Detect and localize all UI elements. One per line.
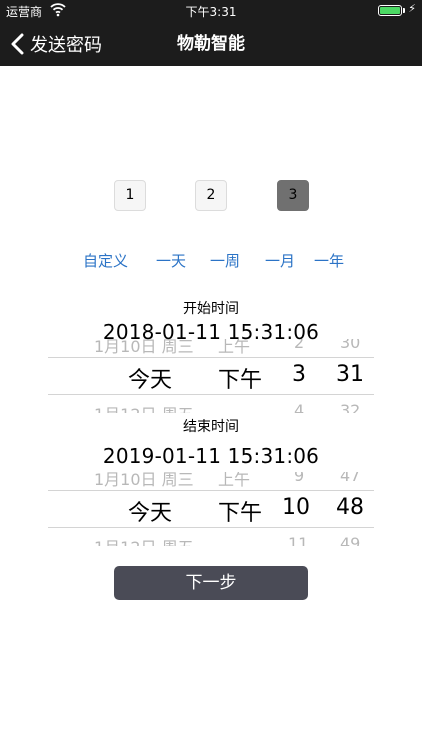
picker-hour: 2 (294, 339, 305, 352)
end-datetime: 2019-01-11 15:31:06 (102, 444, 320, 468)
picker-hour: 9 (294, 472, 305, 485)
picker-period: 上午 (218, 339, 251, 356)
picker-day: 今天 (128, 501, 173, 526)
picker-period: 下午 (218, 368, 263, 393)
end-time-label: 结束时间 (183, 419, 239, 435)
step-1[interactable]: 1 (114, 180, 146, 211)
start-time-label: 开始时间 (183, 301, 239, 317)
back-button[interactable]: 发送密码 (10, 22, 102, 66)
picker-row-above: 1月10日 周三 上午 9 47 (48, 472, 374, 489)
picker-row-below: 1月12日 周五 11 49 (48, 534, 374, 546)
chevron-left-icon (11, 33, 24, 55)
picker-row-below: 1月12日 周五 4 32 (48, 401, 374, 413)
range-month[interactable]: 一月 (265, 250, 295, 271)
picker-period: 下午 (218, 501, 263, 526)
status-time: 下午3:31 (185, 5, 237, 19)
picker-minute: 47 (340, 472, 361, 485)
next-step-button[interactable]: 下一步 (114, 566, 308, 600)
battery-cap (403, 8, 405, 13)
step-indicator: 1 2 3 (0, 180, 422, 212)
picker-day: 1月10日 周三 (94, 339, 194, 356)
range-selector: 自定义 一天 一周 一月 一年 (0, 250, 422, 272)
picker-day: 1月12日 周五 (94, 534, 194, 546)
picker-hour: 11 (288, 534, 309, 546)
range-week[interactable]: 一周 (210, 250, 240, 271)
picker-period: 上午 (218, 472, 251, 489)
step-3[interactable]: 3 (277, 180, 309, 211)
start-time-picker[interactable]: 1月10日 周三 上午 2 30 今天 下午 3 31 1月12日 周五 4 3… (48, 339, 374, 413)
end-time-picker[interactable]: 1月10日 周三 上午 9 47 今天 下午 10 48 1月12日 周五 11… (48, 472, 374, 546)
picker-minute: 30 (340, 339, 361, 352)
picker-hour: 4 (294, 401, 305, 413)
picker-minute: 31 (336, 362, 364, 387)
picker-hour: 10 (282, 495, 310, 520)
picker-day: 今天 (128, 368, 173, 393)
status-bar: 运营商 下午3:31 ⚡ (0, 0, 422, 22)
picker-minute: 48 (336, 495, 364, 520)
range-custom[interactable]: 自定义 (83, 250, 128, 271)
picker-day: 1月12日 周五 (94, 401, 194, 413)
picker-minute: 32 (340, 401, 361, 413)
range-day[interactable]: 一天 (156, 250, 186, 271)
battery-icon (378, 5, 402, 16)
back-label: 发送密码 (30, 35, 102, 56)
picker-row-above: 1月10日 周三 上午 2 30 (48, 339, 374, 356)
range-year[interactable]: 一年 (314, 250, 344, 271)
picker-day: 1月10日 周三 (94, 472, 194, 489)
picker-row-selected[interactable]: 今天 下午 10 48 (48, 490, 374, 528)
picker-row-selected[interactable]: 今天 下午 3 31 (48, 357, 374, 395)
picker-minute: 49 (340, 534, 361, 546)
nav-bar: 发送密码 物勒智能 (0, 22, 422, 66)
charging-icon: ⚡ (408, 2, 416, 15)
picker-hour: 3 (292, 362, 306, 387)
step-2[interactable]: 2 (195, 180, 227, 211)
